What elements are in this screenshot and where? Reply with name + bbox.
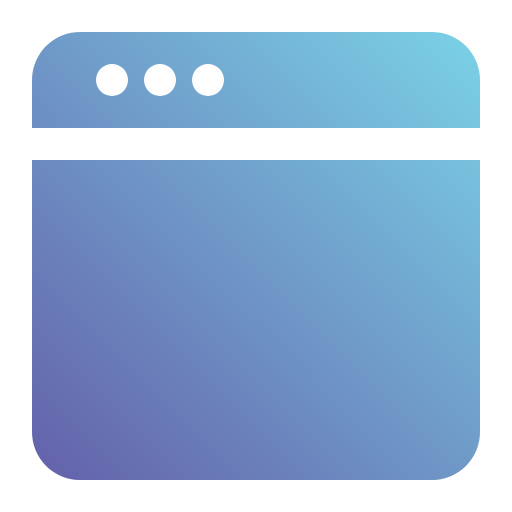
title-bar-separator <box>32 128 480 160</box>
browser-window-icon <box>32 32 480 480</box>
window-dot-3-icon <box>192 64 224 96</box>
window-frame <box>32 32 480 480</box>
window-dot-2-icon <box>144 64 176 96</box>
icon-canvas <box>0 0 512 512</box>
window-dot-1-icon <box>96 64 128 96</box>
